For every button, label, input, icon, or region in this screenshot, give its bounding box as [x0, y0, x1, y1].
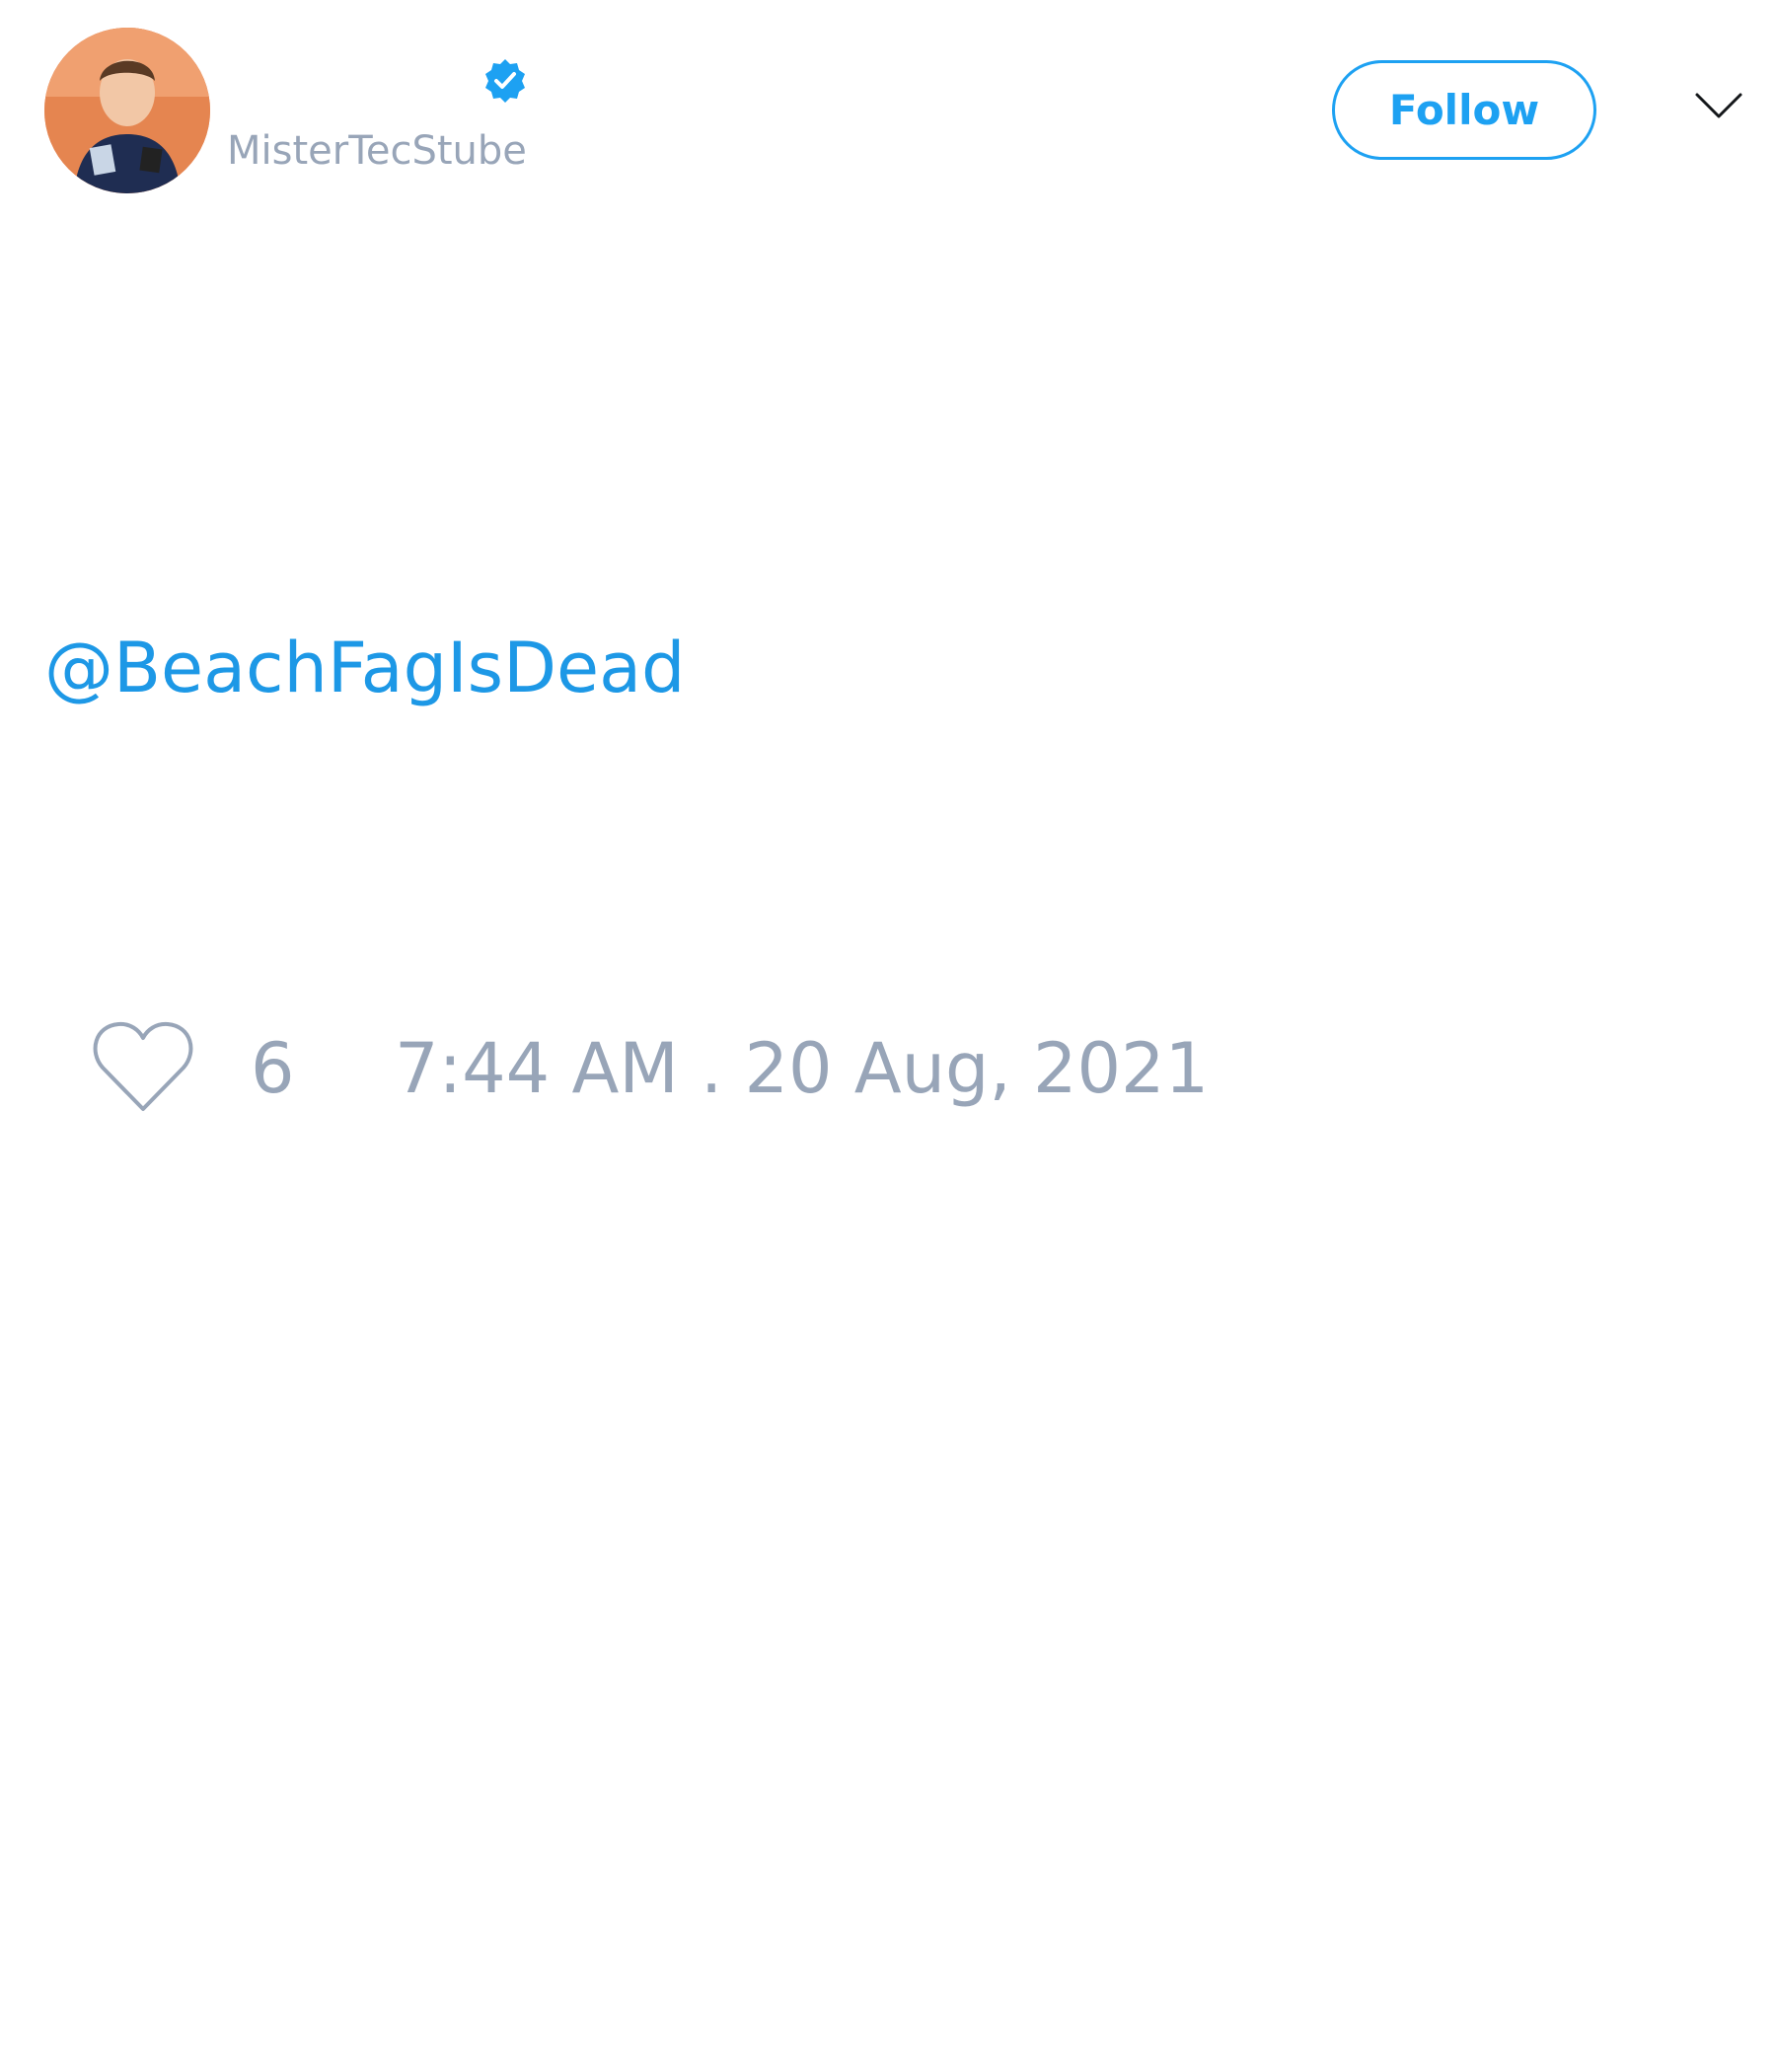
- verified-badge-icon: [485, 59, 525, 103]
- tweet-timestamp[interactable]: 7:44 AM . 20 Aug, 2021: [395, 1024, 1209, 1113]
- tweet-header: MisterTecStube Follow: [0, 0, 1776, 227]
- heart-icon[interactable]: [91, 1018, 195, 1115]
- avatar[interactable]: [44, 28, 210, 193]
- chevron-down-icon[interactable]: [1694, 91, 1743, 122]
- tweet-text-mention[interactable]: @BeachFagIsDead: [44, 624, 685, 712]
- author-handle[interactable]: MisterTecStube: [227, 126, 527, 176]
- follow-button[interactable]: Follow: [1332, 60, 1596, 160]
- avatar-photo: [44, 28, 210, 193]
- tweet-footer: 6 7:44 AM . 20 Aug, 2021: [0, 1006, 1776, 1125]
- like-count: 6: [251, 1028, 295, 1109]
